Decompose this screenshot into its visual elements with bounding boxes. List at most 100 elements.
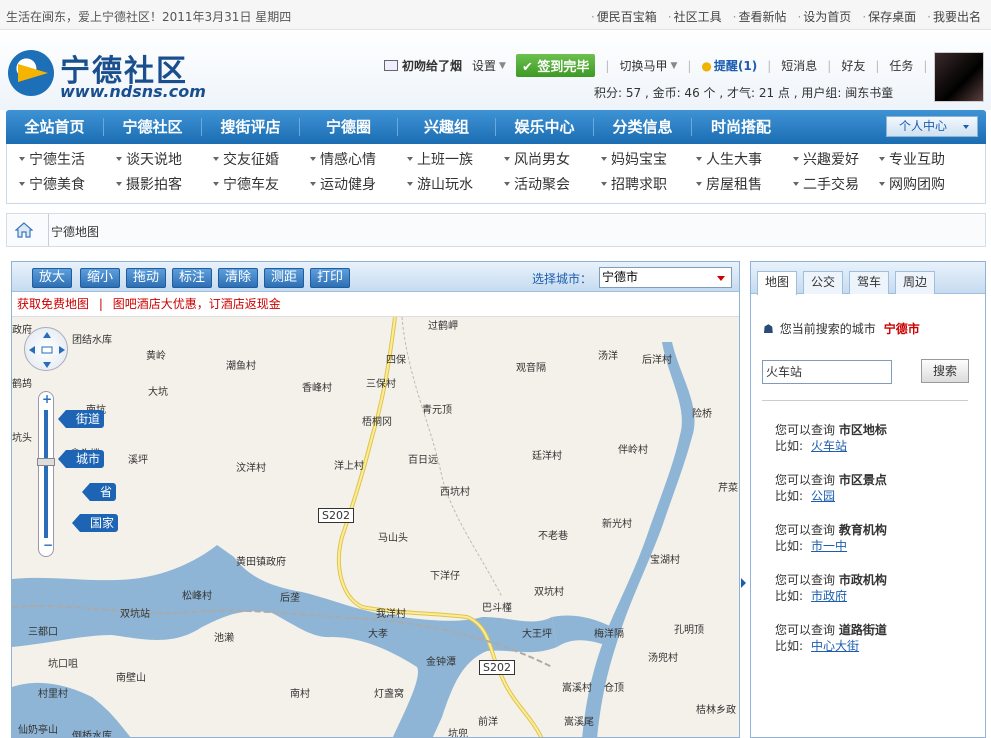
place-label: 溪坪 <box>128 455 148 466</box>
nav-circle[interactable]: 宁德圈 <box>300 118 398 136</box>
place-label: 马山头 <box>378 533 408 544</box>
map-panel: 放大 缩小 拖动 标注 清除 测距 打印 选择城市： 宁德市 获取免费地图 | … <box>11 261 740 738</box>
subnav-item[interactable]: 运动健身 <box>306 175 403 200</box>
place-label: 汤洋 <box>598 351 618 362</box>
breadcrumb-separator <box>37 214 49 246</box>
level-province[interactable]: 省 <box>81 483 117 501</box>
switch-account-menu[interactable]: 切换马甲 ▼ <box>619 57 677 74</box>
print-button[interactable]: 打印 <box>310 268 351 288</box>
subnav-item[interactable]: 房屋租售 <box>692 175 789 200</box>
tasks-link[interactable]: 任务 <box>889 57 913 74</box>
subnav-item[interactable]: 谈天说地 <box>112 150 209 175</box>
top-link-get-famous[interactable]: 我要出名 <box>927 8 981 25</box>
collapse-panel-icon[interactable] <box>741 578 746 588</box>
zoom-in-button[interactable]: 放大 <box>32 268 73 288</box>
place-label: 芹菜 <box>718 483 738 494</box>
subnav-col: 兴趣爱好 二手交易 <box>789 150 886 200</box>
pan-control[interactable] <box>24 327 68 371</box>
zoom-slider[interactable]: + − <box>37 391 55 557</box>
example-link[interactable]: 火车站 <box>811 439 847 453</box>
zoom-out-button[interactable]: 缩小 <box>80 268 121 288</box>
user-center-dropdown[interactable]: 个人中心 <box>886 116 978 137</box>
subnav-item[interactable]: 宁德车友 <box>209 175 306 200</box>
hotel-promo-link[interactable]: 图吧酒店大优惠，订酒店返现金 <box>113 297 281 311</box>
nav-entertainment[interactable]: 娱乐中心 <box>496 118 594 136</box>
remind-link[interactable]: ● 提醒(1) <box>701 57 757 74</box>
search-button[interactable]: 搜索 <box>921 359 969 383</box>
nav-classifieds[interactable]: 分类信息 <box>594 118 692 136</box>
current-city-line: ☗ 您当前搜索的城市 宁德市 <box>763 322 920 336</box>
user-note[interactable]: 初吻给了烟 <box>384 57 462 74</box>
pan-button[interactable]: 拖动 <box>126 268 167 288</box>
mark-button[interactable]: 标注 <box>172 268 213 288</box>
friends-link[interactable]: 好友 <box>841 57 865 74</box>
subnav-item[interactable]: 宁德美食 <box>15 175 112 200</box>
top-link-toolbox[interactable]: 便民百宝箱 <box>591 8 657 25</box>
nav-home[interactable]: 全站首页 <box>6 118 104 136</box>
subnav-item[interactable]: 游山玩水 <box>403 175 500 200</box>
place-label: 仙奶亭山 <box>18 725 58 736</box>
map-canvas[interactable]: 政府团结水库黄岭潮鱼村过鹤岬四保汤洋后洋村鹤鸪大坑香峰村三保村观音隔南坑梧桐冈青… <box>12 317 739 737</box>
hint-streets: 您可以查询 道路街道 比如: 中心大街 <box>775 623 887 653</box>
clear-button[interactable]: 清除 <box>218 268 259 288</box>
place-label: 嵩溪尾 <box>564 717 594 728</box>
user-bar: 初吻给了烟 设置 ▼ ✔ 签到完毕 | 切换马甲 ▼ | ● 提醒(1) | 短消息 … <box>384 54 971 77</box>
example-link[interactable]: 中心大街 <box>811 639 859 653</box>
search-input[interactable]: 火车站 <box>762 360 892 384</box>
site-logo[interactable]: 宁德社区 www.ndsns.com <box>8 44 228 101</box>
subnav-item[interactable]: 情感心情 <box>306 150 403 175</box>
subnav-item[interactable]: 专业互助 <box>875 150 972 175</box>
zoom-minus-icon[interactable]: − <box>43 538 53 552</box>
tab-bus[interactable]: 公交 <box>803 271 843 294</box>
subnav-item[interactable]: 宁德生活 <box>15 150 112 175</box>
zoom-plus-icon[interactable]: + <box>42 392 52 406</box>
sub-nav: 宁德生活 宁德美食 谈天说地 摄影拍客 交友征婚 宁德车友 情感心情 运动健身 上班一族… <box>6 144 986 204</box>
zoom-knob[interactable] <box>37 458 55 466</box>
free-map-link[interactable]: 获取免费地图 <box>17 297 89 311</box>
example-link[interactable]: 市一中 <box>811 539 847 553</box>
hint-government: 您可以查询 市政机构 比如: 市政府 <box>775 573 887 603</box>
subnav-item[interactable]: 交友征婚 <box>209 150 306 175</box>
subnav-item[interactable]: 上班一族 <box>403 150 500 175</box>
home-icon[interactable] <box>15 222 33 238</box>
sign-in-button[interactable]: ✔ 签到完毕 <box>515 54 596 77</box>
place-label: 梅洋隔 <box>594 629 624 640</box>
measure-button[interactable]: 测距 <box>264 268 305 288</box>
bulb-icon: ● <box>701 58 712 73</box>
city-select[interactable]: 宁德市 <box>599 267 732 288</box>
subnav-item[interactable]: 二手交易 <box>789 175 886 200</box>
subnav-item[interactable]: 网购团购 <box>875 175 972 200</box>
subnav-item[interactable]: 兴趣爱好 <box>789 150 886 175</box>
example-link[interactable]: 市政府 <box>811 589 847 603</box>
messages-link[interactable]: 短消息 <box>781 57 817 74</box>
users-icon: ☗ <box>763 322 774 336</box>
top-link-tools[interactable]: 社区工具 <box>668 8 722 25</box>
tab-nearby[interactable]: 周边 <box>895 271 935 294</box>
place-label: 大孝 <box>368 629 388 640</box>
top-link-save-desktop[interactable]: 保存桌面 <box>862 8 916 25</box>
subnav-item[interactable]: 招聘求职 <box>597 175 694 200</box>
subnav-item[interactable]: 摄影拍客 <box>112 175 209 200</box>
tab-map[interactable]: 地图 <box>757 271 797 295</box>
nav-community[interactable]: 宁德社区 <box>104 118 202 136</box>
top-link-set-home[interactable]: 设为首页 <box>797 8 851 25</box>
level-city[interactable]: 城市 <box>57 450 105 468</box>
level-street[interactable]: 街道 <box>57 410 105 428</box>
top-link-new-posts[interactable]: 查看新帖 <box>733 8 786 25</box>
nav-fashion[interactable]: 时尚搭配 <box>692 118 790 136</box>
nav-reviews[interactable]: 搜街评店 <box>202 118 300 136</box>
subnav-item[interactable]: 妈妈宝宝 <box>597 150 694 175</box>
place-label: 不老巷 <box>538 531 568 542</box>
place-label: 观音隔 <box>516 363 546 374</box>
example-link[interactable]: 公园 <box>811 489 835 503</box>
subnav-item[interactable]: 风尚男女 <box>500 150 597 175</box>
subnav-item[interactable]: 活动聚会 <box>500 175 597 200</box>
level-country[interactable]: 国家 <box>71 514 119 532</box>
avatar[interactable] <box>934 52 984 102</box>
divider <box>762 400 968 401</box>
nav-groups[interactable]: 兴趣组 <box>398 118 496 136</box>
place-label: 梧桐冈 <box>362 417 392 428</box>
tab-drive[interactable]: 驾车 <box>849 271 889 294</box>
settings-menu[interactable]: 设置 ▼ <box>472 57 506 74</box>
subnav-item[interactable]: 人生大事 <box>692 150 789 175</box>
